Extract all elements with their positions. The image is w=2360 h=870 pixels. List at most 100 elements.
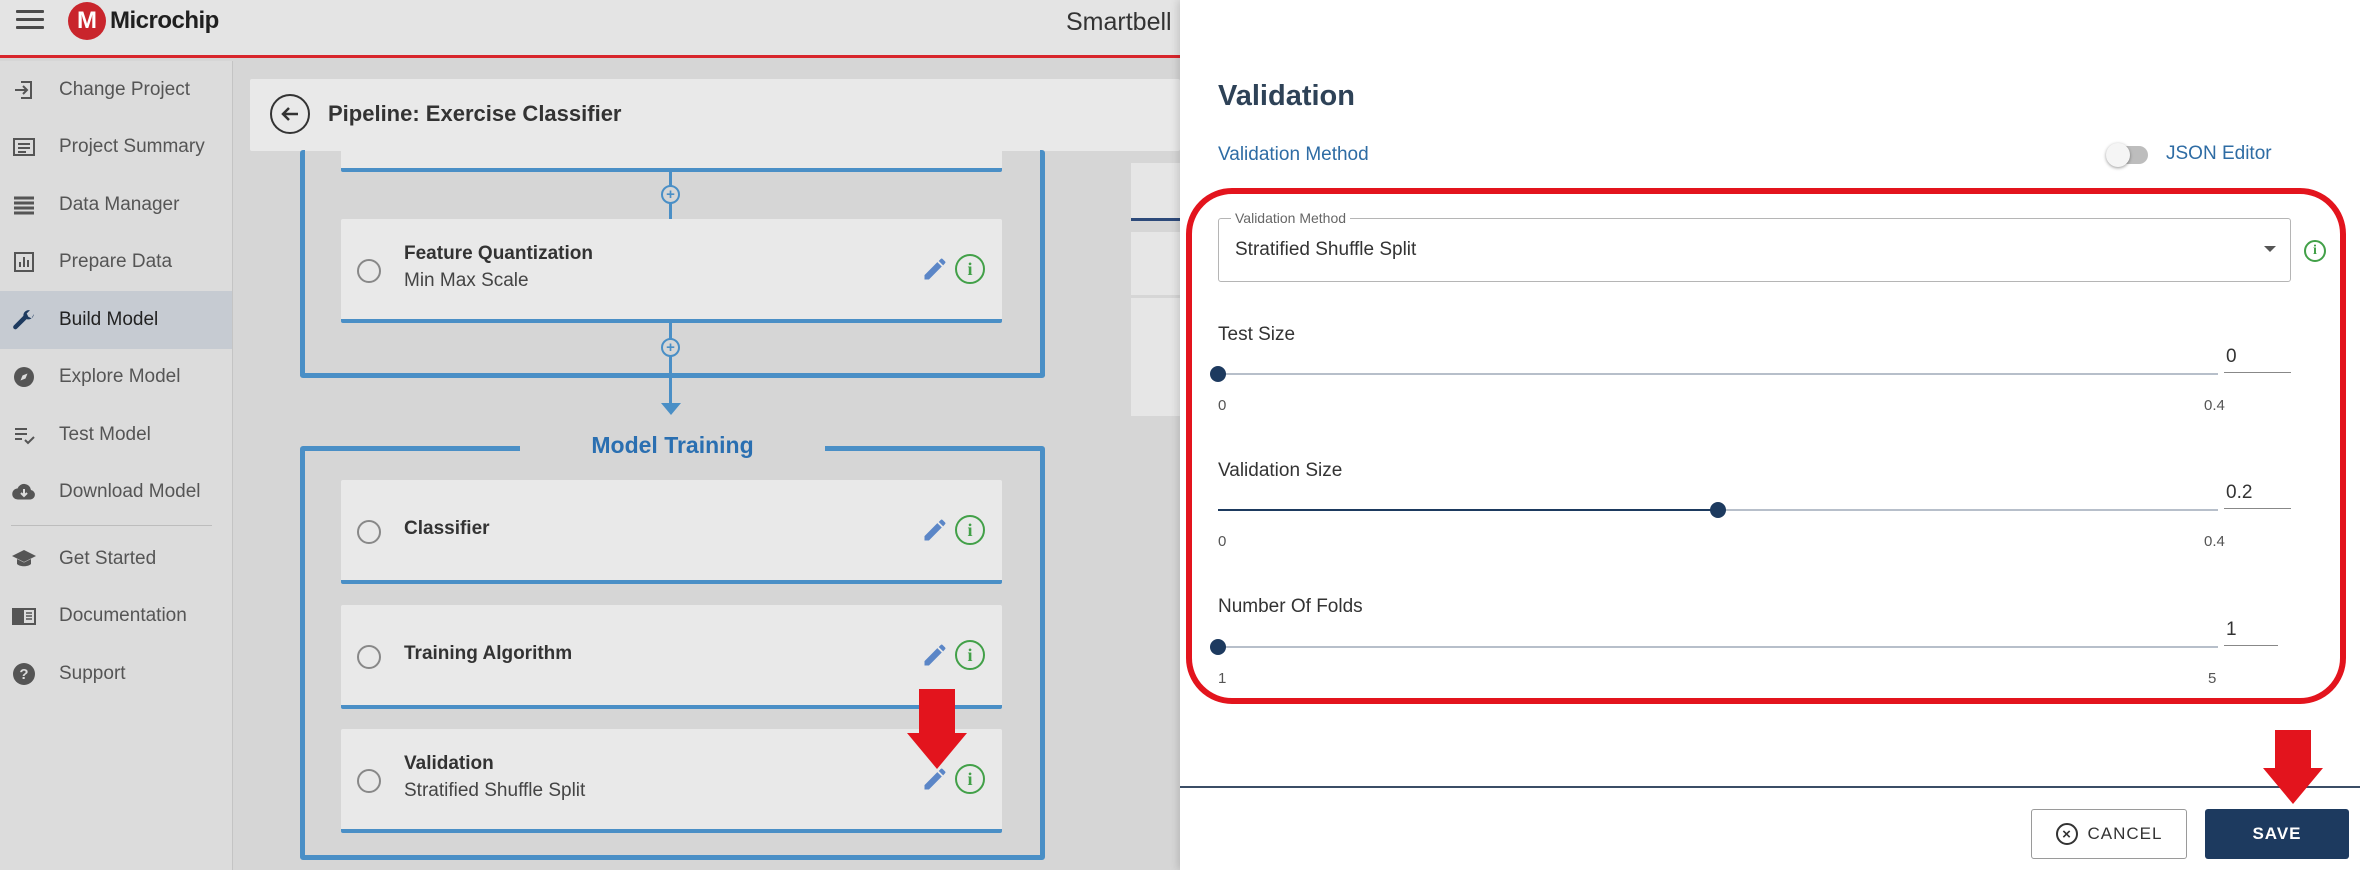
test-size-input[interactable] [2224,341,2291,373]
toggle-knob [2106,143,2130,167]
step-title: Training Algorithm [404,643,573,664]
validation-dialog: Validation Validation Method JSON Editor… [1180,0,2360,870]
brand-name: Microchip [110,7,219,34]
sidebar-item-prepare-data[interactable]: Prepare Data [0,234,232,292]
login-arrow-icon [11,77,37,103]
validation-method-select[interactable]: Validation Method Stratified Shuffle Spl… [1218,210,2291,282]
ghost-panel [1131,232,1180,295]
sidebar-item-label: Documentation [59,605,187,627]
sidebar-item-label: Download Model [59,481,201,503]
close-circle-icon: × [2055,823,2078,845]
pencil-edit-icon[interactable] [920,515,950,545]
checklist-icon [11,422,37,448]
step-title: Classifier [404,518,490,539]
number-of-folds-slider[interactable] [1210,639,2218,655]
flow-arrow-head [661,403,681,415]
step-card-feature-quantization[interactable]: Feature Quantization Min Max Scale i [341,219,1002,323]
slider-label-validation-size: Validation Size [1218,460,1343,481]
step-subtitle: Min Max Scale [404,270,529,291]
dialog-title: Validation [1218,80,1355,112]
validation-size-slider[interactable] [1218,502,2218,518]
step-radio[interactable] [357,520,381,544]
sidebar-item-label: Change Project [59,78,190,100]
dialog-subtitle: Validation Method [1218,144,1369,165]
app-title: Smartbell [1066,8,1172,36]
step-card-training-algorithm[interactable]: Training Algorithm i [341,605,1002,709]
slider-thumb[interactable] [1210,366,1226,382]
add-step-plus-icon[interactable]: + [661,338,680,357]
step-subtitle: Stratified Shuffle Split [404,780,586,801]
add-step-plus-icon[interactable]: + [661,185,680,204]
slider-label-test-size: Test Size [1218,324,1296,345]
sidebar-item-documentation[interactable]: Documentation [0,588,232,646]
validation-size-input[interactable] [2224,477,2291,509]
pipeline-title: Pipeline: Exercise Classifier [328,101,622,126]
info-icon[interactable]: i [955,515,985,545]
ghost-panel [1131,163,1180,218]
cancel-button[interactable]: × CANCEL [2031,809,2187,859]
slider-min-label: 0 [1218,533,1227,550]
step-title: Validation [404,753,494,774]
info-icon[interactable]: i [955,640,985,670]
select-label: Validation Method [1231,210,1351,226]
hamburger-menu-icon[interactable] [16,10,44,32]
sidebar-divider [11,525,212,526]
sidebar-item-label: Prepare Data [59,251,173,273]
sidebar-item-project-summary[interactable]: Project Summary [0,119,232,177]
slider-max-label: 0.4 [2204,397,2225,414]
sidebar-item-build-model[interactable]: Build Model [0,291,232,349]
select-value: Stratified Shuffle Split [1235,239,1417,260]
step-radio[interactable] [357,645,381,669]
slider-max-label: 0.4 [2204,533,2225,550]
sidebar-item-change-project[interactable]: Change Project [0,61,232,119]
slider-label-number-of-folds: Number Of Folds [1218,596,1363,617]
json-editor-toggle[interactable] [2106,143,2148,167]
model-training-title: Model Training [520,432,825,459]
sidebar-item-label: Explore Model [59,366,181,388]
ghost-panel-underline [1131,218,1180,221]
pencil-edit-icon[interactable] [920,640,950,670]
red-annotation-arrow [2263,730,2323,808]
step-card-validation[interactable]: Validation Stratified Shuffle Split i [341,729,1002,833]
test-size-slider[interactable] [1210,366,2218,382]
sidebar-item-support[interactable]: ? Support [0,645,232,703]
pencil-edit-icon[interactable] [920,254,950,284]
chevron-down-icon [2264,246,2276,252]
slider-thumb[interactable] [1710,502,1726,518]
step-radio[interactable] [357,259,381,283]
sidebar-item-label: Get Started [59,547,157,569]
slider-thumb[interactable] [1210,639,1226,655]
cancel-label: CANCEL [2087,824,2163,843]
compass-icon [11,364,37,390]
step-radio[interactable] [357,769,381,793]
connector-line [669,323,672,403]
slider-min-label: 0 [1218,397,1227,414]
partial-step-card [341,126,1002,172]
bar-chart-icon [11,249,37,275]
sidebar-item-label: Support [59,662,126,684]
sidebar-item-label: Test Model [59,423,151,445]
sidebar-item-get-started[interactable]: Get Started [0,530,232,588]
ghost-panel [1131,298,1180,416]
slider-fill [1218,509,1718,511]
info-icon[interactable]: i [2304,240,2326,262]
sidebar: Change Project Project Summary Data Mana… [0,61,233,870]
footer-divider [1180,786,2360,788]
sidebar-item-download-model[interactable]: Download Model [0,464,232,522]
save-button[interactable]: SAVE [2205,809,2349,859]
help-circle-icon: ? [11,661,37,687]
sidebar-item-explore-model[interactable]: Explore Model [0,349,232,407]
step-card-classifier[interactable]: Classifier i [341,480,1002,584]
top-bar: M Microchip Smartbell [0,0,1180,58]
back-arrow-icon[interactable] [270,94,310,134]
number-of-folds-input[interactable] [2224,614,2278,646]
sidebar-item-data-manager[interactable]: Data Manager [0,176,232,234]
info-icon[interactable]: i [955,254,985,284]
slider-min-label: 1 [1218,670,1227,687]
svg-text:?: ? [19,666,28,683]
sidebar-item-test-model[interactable]: Test Model [0,406,232,464]
summary-list-icon [11,134,37,160]
slider-max-label: 5 [2208,670,2217,687]
microchip-logo: M Microchip [68,2,219,40]
wrench-icon [11,307,37,333]
